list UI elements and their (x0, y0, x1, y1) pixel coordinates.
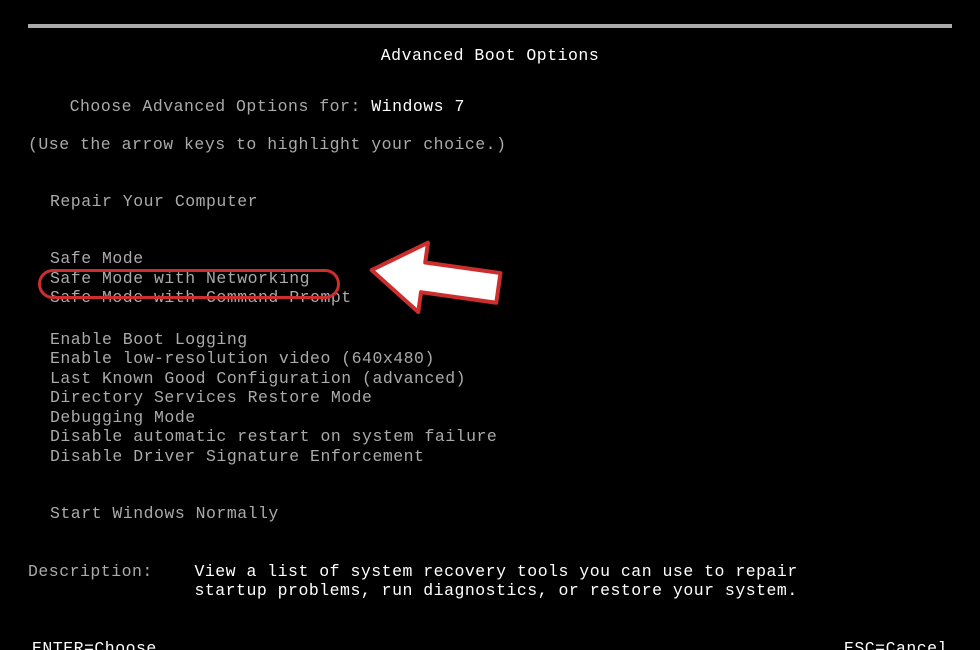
content-area: Choose Advanced Options for: Windows 7 (… (0, 28, 980, 600)
footer-enter-hint: ENTER=Choose (28, 639, 161, 650)
option-safe-mode-command-prompt[interactable]: Safe Mode with Command Prompt (28, 288, 352, 307)
option-ds-restore-mode[interactable]: Directory Services Restore Mode (28, 388, 372, 407)
option-low-res-video[interactable]: Enable low-resolution video (640x480) (28, 349, 435, 368)
description-label: Description: (28, 562, 194, 600)
option-last-known-good[interactable]: Last Known Good Configuration (advanced) (28, 369, 466, 388)
footer-bar: ENTER=Choose ESC=Cancel (28, 639, 952, 650)
option-repair-your-computer[interactable]: Repair Your Computer (28, 192, 258, 211)
choose-line: Choose Advanced Options for: Windows 7 (28, 78, 952, 135)
hint-line: (Use the arrow keys to highlight your ch… (28, 135, 952, 154)
option-safe-mode[interactable]: Safe Mode (28, 249, 144, 268)
option-safe-mode-networking[interactable]: Safe Mode with Networking (28, 269, 310, 288)
option-group-advanced: Enable Boot Logging Enable low-resolutio… (28, 330, 952, 466)
option-group-normal: Start Windows Normally (28, 504, 952, 523)
description-line2: startup problems, run diagnostics, or re… (194, 581, 797, 600)
description-block: Description: View a list of system recov… (28, 562, 952, 600)
choose-label: Choose Advanced Options for: (70, 97, 372, 116)
screen-title: Advanced Boot Options (373, 46, 607, 65)
title-rule (28, 24, 952, 28)
option-group-repair: Repair Your Computer (28, 192, 952, 211)
os-name: Windows 7 (371, 97, 465, 116)
option-disable-driver-sig[interactable]: Disable Driver Signature Enforcement (28, 447, 424, 466)
description-text: View a list of system recovery tools you… (194, 562, 797, 600)
option-debugging-mode[interactable]: Debugging Mode (28, 408, 196, 427)
option-enable-boot-logging[interactable]: Enable Boot Logging (28, 330, 248, 349)
footer-esc-hint: ESC=Cancel (840, 639, 952, 650)
option-disable-auto-restart[interactable]: Disable automatic restart on system fail… (28, 427, 497, 446)
option-start-normally[interactable]: Start Windows Normally (28, 504, 279, 523)
description-line1: View a list of system recovery tools you… (194, 562, 797, 581)
option-group-safemode: Safe Mode Safe Mode with Networking Safe… (28, 249, 952, 307)
